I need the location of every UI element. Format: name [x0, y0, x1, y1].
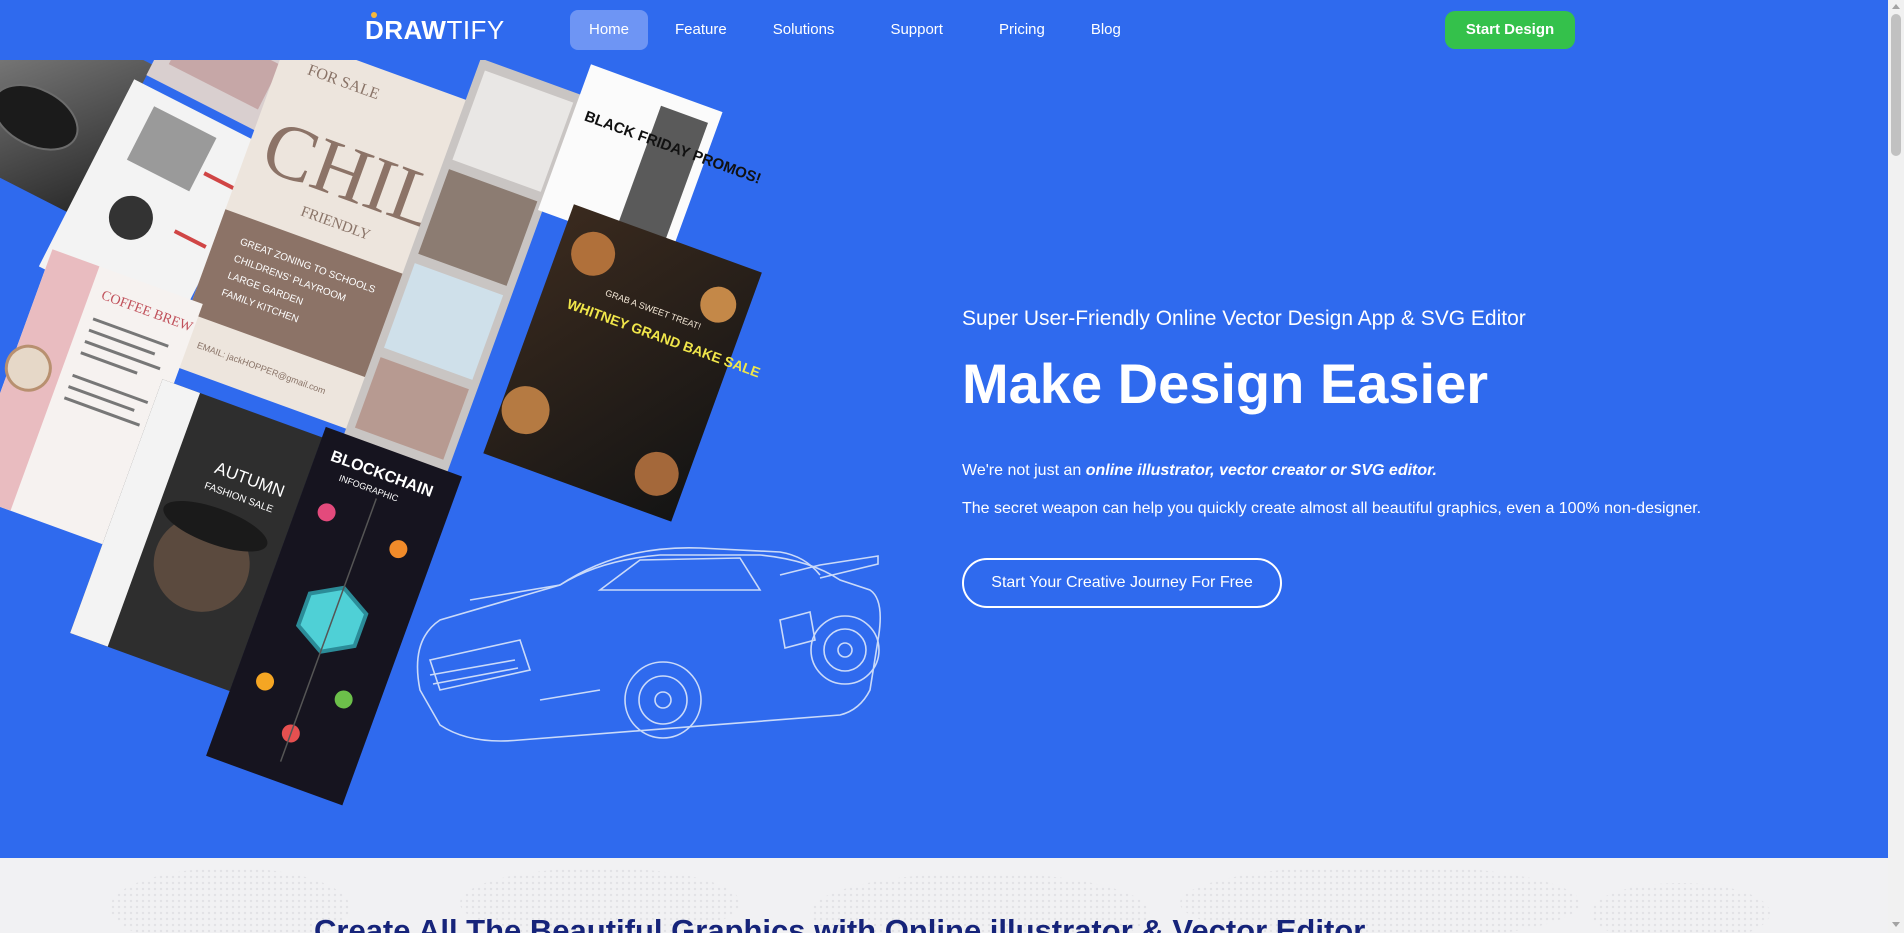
hero-description: The secret weapon can help you quickly c… — [962, 500, 1702, 517]
page: DRAW TIFY Home Feature Solutions Support… — [0, 0, 1904, 933]
features-section-title: Create All The Beautiful Graphics with O… — [314, 913, 1366, 933]
main-nav: Home Feature Solutions Support Pricing B… — [570, 10, 1148, 50]
card-bake-sale: GRAB A SWEET TREAT! WHITNEY GRAND BAKE S… — [483, 204, 762, 522]
hero-text-block: Super User-Friendly Online Vector Design… — [962, 306, 1782, 608]
nav-support[interactable]: Support — [871, 10, 962, 50]
nav-solutions[interactable]: Solutions — [754, 10, 854, 50]
start-creative-journey-button[interactable]: Start Your Creative Journey For Free — [962, 558, 1282, 608]
design-collage-illustration: FOR SALE CHILD FRIENDLY GREAT ZONING TO … — [0, 60, 881, 806]
nav-home[interactable]: Home — [570, 10, 649, 50]
scroll-up-arrow-icon[interactable] — [1892, 4, 1900, 9]
logo-text-main: DRAW — [365, 11, 447, 45]
hero-intro-prefix: We're not just an — [962, 462, 1086, 479]
nav-feature[interactable]: Feature — [656, 10, 746, 50]
start-design-button[interactable]: Start Design — [1445, 11, 1575, 49]
features-section: Create All The Beautiful Graphics with O… — [0, 858, 1888, 933]
hero-intro-line: We're not just an online illustrator, ve… — [962, 460, 1782, 482]
hero-subtitle: Super User-Friendly Online Vector Design… — [962, 307, 1526, 330]
logo-text-tail: TIFY — [446, 14, 505, 45]
hero-section: FOR SALE CHILD FRIENDLY GREAT ZONING TO … — [0, 60, 1888, 858]
scroll-down-arrow-icon[interactable] — [1892, 922, 1900, 927]
nav-pricing[interactable]: Pricing — [980, 10, 1064, 50]
sports-car-sketch — [416, 546, 881, 742]
hero-intro-emphasis: online illustrator, vector creator or SV… — [1085, 462, 1437, 479]
nav-blog[interactable]: Blog — [1072, 10, 1140, 50]
scrollbar-thumb[interactable] — [1891, 14, 1901, 156]
hero-title: Make Design Easier — [962, 352, 1489, 415]
page-scrollbar[interactable] — [1888, 0, 1904, 933]
drawtify-logo[interactable]: DRAW TIFY — [365, 11, 505, 46]
top-nav-bar: DRAW TIFY Home Feature Solutions Support… — [0, 0, 1888, 60]
